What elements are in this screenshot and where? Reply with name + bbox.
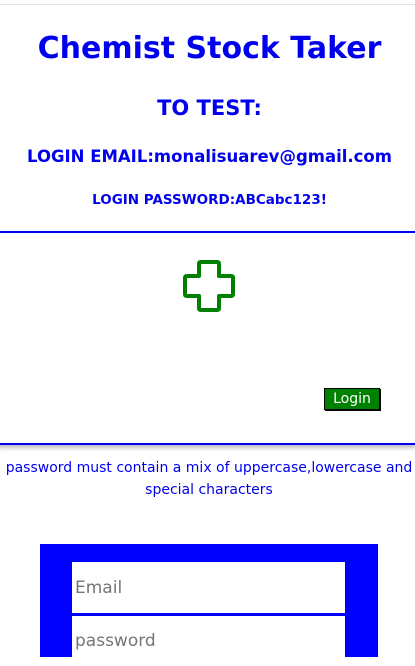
login-button[interactable]: Login — [324, 388, 380, 410]
password-field[interactable] — [72, 616, 345, 666]
test-login-password: LOGIN PASSWORD:ABCabc123! — [92, 192, 327, 208]
top-divider — [0, 4, 415, 5]
medical-cross-icon — [183, 260, 235, 312]
test-heading: TO TEST: — [157, 96, 262, 120]
email-field[interactable] — [72, 562, 345, 613]
test-login-email: LOGIN EMAIL:monalisuarev@gmail.com — [27, 147, 392, 166]
page-title: Chemist Stock Taker — [37, 31, 382, 66]
password-hint: password must contain a mix of uppercase… — [5, 460, 413, 498]
